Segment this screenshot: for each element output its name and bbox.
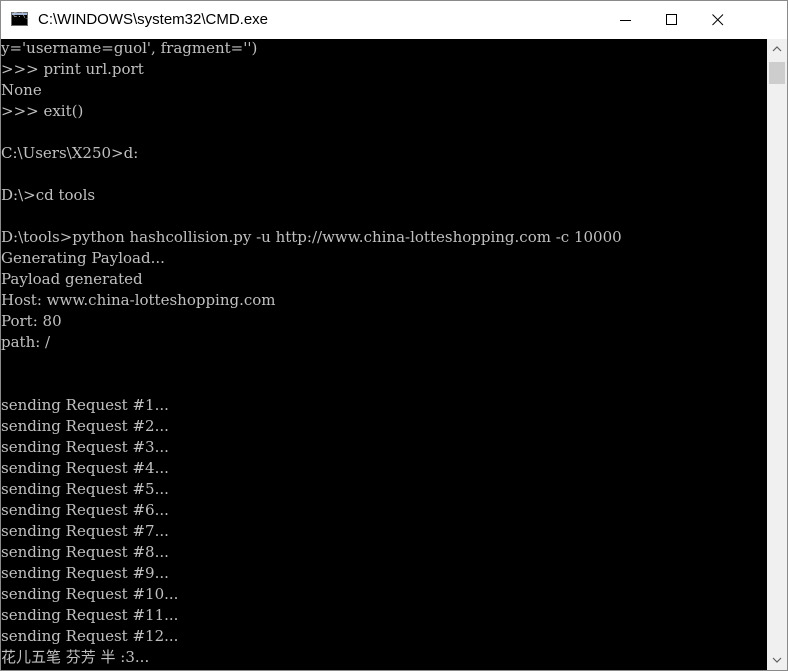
cmd-icon[interactable]: C:\_ — [11, 11, 30, 26]
window-title: C:\WINDOWS\system32\CMD.exe — [38, 11, 269, 28]
console-line: sending Request #6... — [1, 501, 169, 519]
vertical-scrollbar[interactable] — [767, 39, 787, 670]
minimize-button[interactable] — [603, 1, 649, 39]
console-line: sending Request #1... — [1, 396, 169, 414]
console-line: y='username=guol', fragment='') — [1, 39, 258, 57]
scroll-down-button[interactable] — [767, 650, 787, 670]
scroll-down-arrow-icon — [772, 657, 782, 663]
title-bar[interactable]: C:\_ C:\WINDOWS\system32\CMD.exe — [1, 1, 787, 39]
console-line: sending Request #3... — [1, 438, 169, 456]
cmd-icon-glyph: C:\_ — [13, 11, 30, 19]
console-line: >>> exit() — [1, 102, 84, 120]
console-line: 花儿五笔 芬芳 半 :3... — [1, 648, 150, 666]
scroll-up-arrow-icon — [772, 46, 782, 52]
maximize-button[interactable] — [649, 1, 695, 39]
console-line: Generating Payload... — [1, 249, 165, 267]
console-line: D:\>cd tools — [1, 186, 96, 204]
console-line: Payload generated — [1, 270, 143, 288]
console-line: sending Request #4... — [1, 459, 169, 477]
console-line: Port: 80 — [1, 312, 62, 330]
console-line: sending Request #5... — [1, 480, 169, 498]
console-line: sending Request #12... — [1, 627, 179, 645]
scrollbar-thumb[interactable] — [769, 62, 785, 84]
console-line: None — [1, 81, 42, 99]
scroll-up-button[interactable] — [767, 39, 787, 59]
console-line: sending Request #2... — [1, 417, 169, 435]
console-line: sending Request #11... — [1, 606, 179, 624]
console-line: path: / — [1, 333, 51, 351]
close-icon — [712, 14, 724, 26]
console-line: D:\tools>python hashcollision.py -u http… — [1, 228, 622, 246]
cmd-window: C:\_ C:\WINDOWS\system32\CMD.exe y='user… — [0, 0, 788, 671]
maximize-icon — [666, 14, 677, 25]
console-output[interactable]: y='username=guol', fragment='') >>> print… — [1, 39, 767, 670]
console-line: sending Request #7... — [1, 522, 169, 540]
minimize-icon — [620, 20, 631, 21]
console-line: >>> print url.port — [1, 60, 144, 78]
console-line: sending Request #10... — [1, 585, 179, 603]
close-button[interactable] — [695, 1, 741, 39]
console-line: sending Request #9... — [1, 564, 169, 582]
console-line: C:\Users\X250>d: — [1, 144, 139, 162]
console-line: Host: www.china-lotteshopping.com — [1, 291, 276, 309]
console-line: sending Request #8... — [1, 543, 169, 561]
console-lines: y='username=guol', fragment='') >>> print… — [1, 39, 622, 668]
